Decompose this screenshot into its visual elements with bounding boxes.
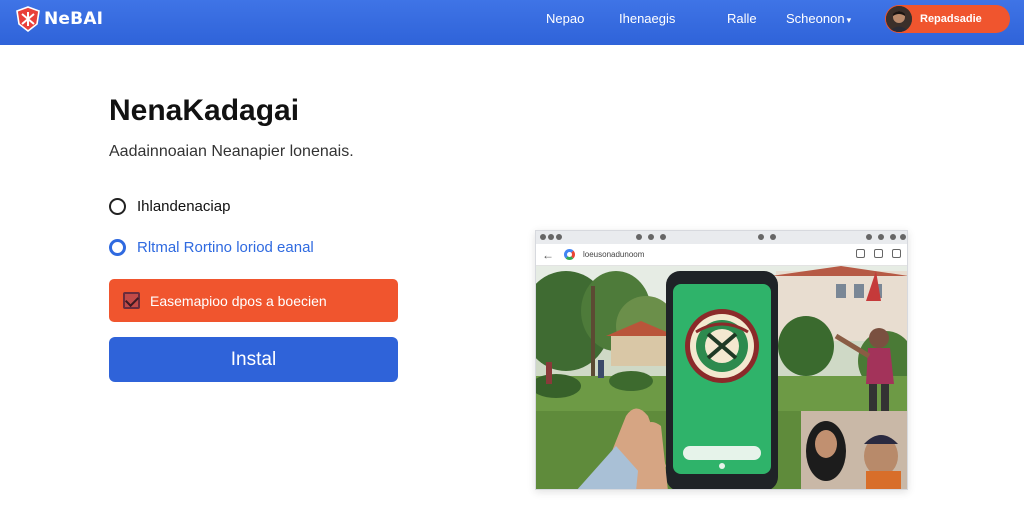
radio-option-2[interactable]: Rltmal Rortino loriod eanal: [109, 239, 314, 256]
window-dot-icon: [648, 234, 654, 240]
window-dot-icon: [878, 234, 884, 240]
nav-link-nepao[interactable]: Nepao: [546, 11, 584, 26]
bookmark-icon: [892, 249, 901, 258]
window-dot-icon: [548, 234, 554, 240]
window-dot-icon: [890, 234, 896, 240]
window-dot-icon: [636, 234, 642, 240]
app-preview-screenshot: ← loeusonadunoom: [535, 230, 908, 490]
window-dot-icon: [758, 234, 764, 240]
checkbox-option[interactable]: Easemapioo dpos a boecien: [109, 279, 398, 322]
page-title: NenaKadagai: [109, 94, 300, 127]
user-name: Repadsadie: [920, 13, 982, 25]
window-dot-icon: [556, 234, 562, 240]
window-dot-icon: [900, 234, 906, 240]
radio-option-2-label: Rltmal Rortino loriod eanal: [137, 239, 314, 256]
checkbox-option-label: Easemapioo dpos a boecien: [150, 292, 327, 309]
window-dot-icon: [866, 234, 872, 240]
nav-dropdown-label: Scheonon: [786, 11, 845, 26]
home-icon: [874, 249, 883, 258]
chevron-down-icon: ▾: [846, 15, 852, 25]
top-navbar: NeBAI Nepao Ihenaegis Ralle Scheonon ▾ Re…: [0, 0, 1024, 45]
preview-toolbar-icons: [856, 249, 901, 258]
preview-photo: [536, 266, 907, 489]
radio-button[interactable]: [109, 198, 126, 215]
logo-text: NeBAI: [44, 9, 104, 29]
nav-link-ihenaegis[interactable]: Ihenaegis: [619, 11, 675, 26]
install-button[interactable]: Instal: [109, 337, 398, 382]
preview-window-titlebar: [536, 231, 907, 244]
page-subtitle: Aadainnoaian Neanapier lonenais.: [109, 143, 354, 160]
window-dot-icon: [770, 234, 776, 240]
nav-dropdown-scheonon[interactable]: Scheonon ▾: [786, 11, 851, 26]
shield-logo-icon: [16, 6, 40, 32]
preview-url-text: loeusonadunoom: [583, 250, 645, 259]
avatar: [886, 6, 912, 32]
preview-browser-toolbar: ← loeusonadunoom: [536, 244, 907, 266]
user-avatar-icon: [886, 6, 912, 32]
google-icon: [564, 249, 575, 260]
checkbox[interactable]: [123, 292, 140, 309]
tab-icon: [856, 249, 865, 258]
user-menu-button[interactable]: Repadsadie: [885, 5, 1010, 33]
nav-link-ralle[interactable]: Ralle: [727, 11, 757, 26]
back-arrow-icon: ←: [542, 247, 554, 262]
radio-button-selected[interactable]: [109, 239, 126, 256]
window-dot-icon: [540, 234, 546, 240]
window-dot-icon: [660, 234, 666, 240]
radio-option-1[interactable]: Ihlandenaciap: [109, 198, 230, 215]
radio-option-1-label: Ihlandenaciap: [137, 198, 231, 215]
logo[interactable]: NeBAI: [15, 6, 103, 32]
